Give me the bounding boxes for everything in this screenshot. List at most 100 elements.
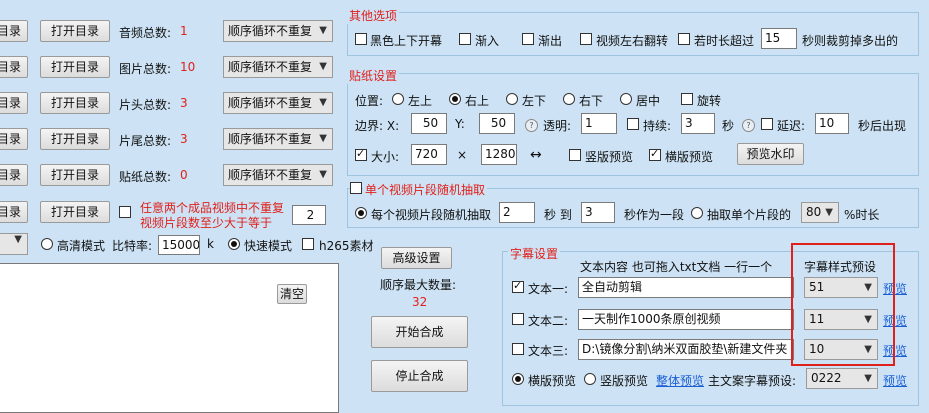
select-dir-button[interactable]: 目录 [0,20,28,42]
subtitle-text-input[interactable]: 全自动剪辑 [578,277,794,298]
vertical-preview-label: 竖版预览 [585,150,634,164]
count-label: 音频总数: [119,26,172,40]
delay-label: 延迟: [777,119,806,133]
fade-out-checkbox[interactable] [522,33,534,45]
order-select-value: 顺序循环不重复 [228,168,313,182]
fast-mode-radio[interactable] [228,238,240,250]
select-dir-button-6[interactable]: 目录 [0,201,28,223]
main-style-select[interactable]: 0222 ▼ [806,368,878,389]
flip-checkbox[interactable] [580,33,592,45]
swap-arrow-icon[interactable]: ↔ [530,147,542,163]
open-dir-button[interactable]: 打开目录 [40,20,110,42]
order-select[interactable]: 顺序循环不重复 ▼ [223,164,333,186]
over-length-label: 若时长超过 [694,34,755,48]
pos-bottom-right-radio[interactable] [563,93,575,105]
duration-input[interactable]: 3 [681,113,715,134]
pos-bottom-left-radio[interactable] [506,93,518,105]
seg-to-label: 秒 到 [544,208,572,222]
pos-bottom-right-label: 右下 [579,94,604,108]
clear-button[interactable]: 清空 [277,284,307,304]
delay-input[interactable]: 10 [815,113,849,134]
subtitle-text-input[interactable]: 一天制作1000条原创视频 [578,309,794,330]
help-icon[interactable]: ? [742,119,755,132]
start-compose-button[interactable]: 开始合成 [371,316,468,348]
subtitle-row-label: 文本三: [528,344,569,358]
each-segment-label: 每个视频片段随机抽取 [371,208,492,222]
size-checkbox[interactable] [355,147,367,161]
seg-to-input[interactable]: 3 [581,202,615,223]
percent-select[interactable]: 80 ▼ [801,202,839,223]
horizontal-preview-checkbox[interactable] [649,147,661,161]
count-value: 10 [180,60,196,74]
over-length-tail: 秒则裁剪掉多出的 [802,34,899,48]
position-label: 位置: [355,94,384,108]
width-input[interactable]: 720 [411,144,447,165]
open-dir-button[interactable]: 打开目录 [40,56,110,78]
percent-label: %时长 [844,208,880,222]
fade-out-label: 渐出 [538,34,563,48]
fast-mode-label: 快速模式 [244,239,293,253]
advanced-settings-button[interactable]: 高级设置 [381,247,452,269]
count-value: 1 [180,24,188,38]
alpha-input[interactable]: 1 [581,113,617,134]
order-select-value: 顺序循环不重复 [228,24,313,38]
order-select[interactable]: 顺序循环不重复 ▼ [223,56,333,78]
subtitle-text-input[interactable]: D:\镜像分割\纳米双面胶垫\新建文件夹 [578,339,794,360]
open-dir-button[interactable]: 打开目录 [40,128,110,150]
extract-single-radio[interactable] [691,207,703,219]
select-dir-button[interactable]: 目录 [0,56,28,78]
percent-value: 80 [806,205,822,219]
preview-watermark-button[interactable]: 预览水印 [737,143,804,165]
stop-compose-button[interactable]: 停止合成 [371,360,468,392]
open-dir-button-6[interactable]: 打开目录 [40,201,110,223]
vertical-preview-checkbox[interactable] [569,149,581,161]
over-length-checkbox[interactable] [678,33,690,45]
sub-vertical-preview-label: 竖版预览 [600,374,649,388]
subtitle-checkbox[interactable] [512,343,524,355]
open-dir-button[interactable]: 打开目录 [40,164,110,186]
pos-top-left-radio[interactable] [392,93,404,105]
pos-top-right-radio[interactable] [449,93,461,105]
subtitle-checkbox[interactable] [512,279,524,293]
h265-label: h265素材 [319,239,374,253]
left-dropdown[interactable]: ▼ [0,233,28,255]
duration-checkbox[interactable] [627,118,639,130]
margin-x-input[interactable]: 50 [411,113,447,134]
seg-from-input[interactable]: 2 [499,202,535,223]
order-select[interactable]: 顺序循环不重复 ▼ [223,92,333,114]
fade-in-checkbox[interactable] [459,33,471,45]
select-dir-button[interactable]: 目录 [0,164,28,186]
help-icon[interactable]: ? [525,119,538,132]
sub-horizontal-preview-radio[interactable] [512,373,524,385]
delay-checkbox[interactable] [761,118,773,130]
open-dir-button[interactable]: 打开目录 [40,92,110,114]
times-label: × [457,148,468,162]
count-value: 3 [180,96,188,110]
fade-in-label: 渐入 [475,34,500,48]
overall-preview-link[interactable]: 整体预览 [656,372,704,389]
hd-mode-radio[interactable] [41,238,53,250]
bitrate-input[interactable]: 15000 [158,235,200,255]
pos-center-label: 居中 [636,94,661,108]
sub-vertical-preview-radio[interactable] [584,373,596,385]
over-length-input[interactable]: 15 [761,28,797,49]
order-select[interactable]: 顺序循环不重复 ▼ [223,20,333,42]
each-segment-radio[interactable] [355,207,367,219]
margin-y-input[interactable]: 50 [479,113,515,134]
main-style-preview-link[interactable]: 预览 [883,372,907,389]
select-dir-button[interactable]: 目录 [0,128,28,150]
subtitle-row-label: 文本二: [528,314,569,328]
min-segments-checkbox[interactable] [119,206,131,218]
chevron-down-icon: ▼ [319,61,327,72]
subtitle-checkbox[interactable] [512,313,524,325]
rotate-checkbox[interactable] [681,93,693,105]
select-dir-button[interactable]: 目录 [0,92,28,114]
min-segments-input[interactable]: 2 [292,205,326,225]
black-open-checkbox[interactable] [355,33,367,45]
height-input[interactable]: 1280 [481,144,517,165]
random-extract-checkbox[interactable] [350,182,362,194]
rotate-label: 旋转 [697,94,722,108]
order-select[interactable]: 顺序循环不重复 ▼ [223,128,333,150]
h265-checkbox[interactable] [302,238,314,250]
pos-center-radio[interactable] [620,93,632,105]
